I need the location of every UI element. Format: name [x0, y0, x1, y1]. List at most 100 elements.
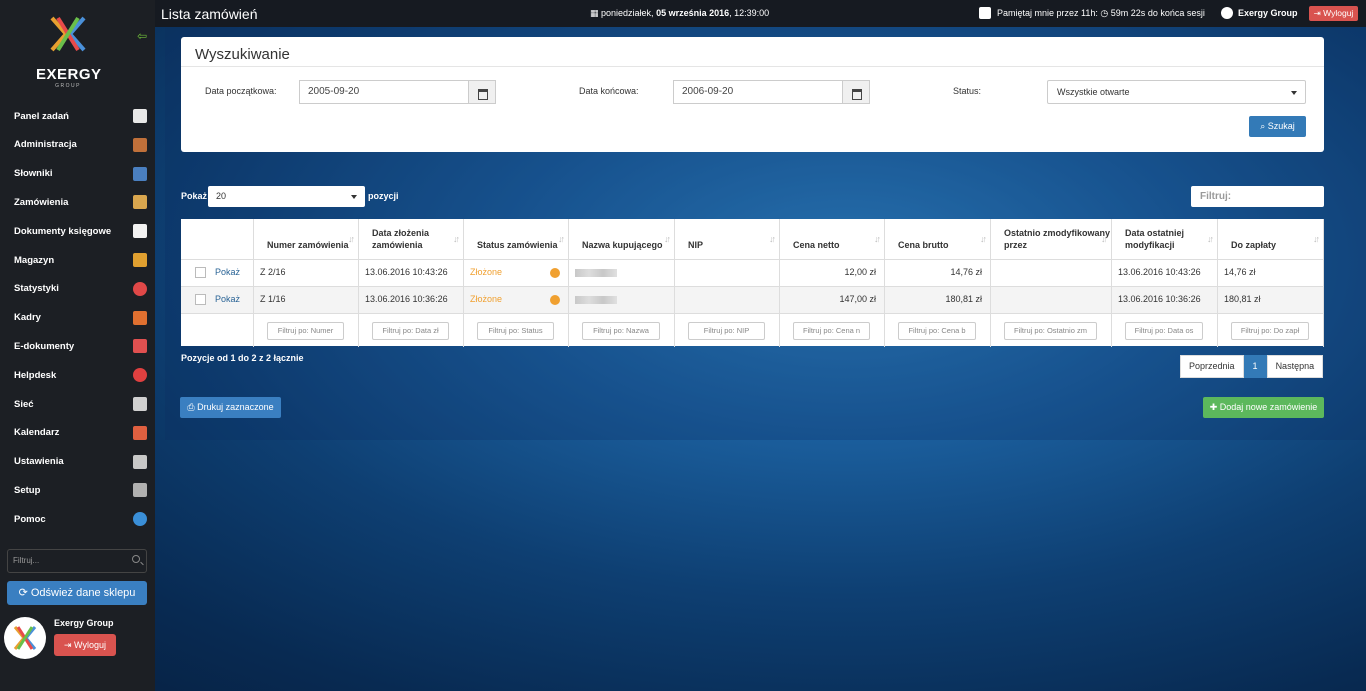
sidebar-item[interactable]: Setup	[0, 476, 155, 504]
sidebar-item-label: Statystyki	[14, 283, 59, 295]
column-filter-input[interactable]: Filtruj po: Nazwa	[582, 322, 660, 340]
sort-icon[interactable]: ↓↑	[348, 233, 355, 245]
start-date-input[interactable]: 2005-09-20	[299, 80, 469, 104]
sidebar-item[interactable]: Dokumenty księgowe	[0, 217, 155, 245]
sidebar-item[interactable]: Panel zadań	[0, 102, 155, 130]
add-order-button[interactable]: ✚ Dodaj nowe zamówienie	[1203, 397, 1324, 418]
sort-icon[interactable]: ↓↑	[874, 233, 881, 245]
sidebar-item[interactable]: Administracja	[0, 131, 155, 159]
sidebar-item-label: Zamówienia	[14, 196, 69, 208]
cell-date: 13.06.2016 10:36:26	[359, 287, 464, 314]
sort-icon[interactable]: ↓↑	[453, 233, 460, 245]
show-label: Pokaż	[181, 191, 208, 201]
logout-label: Wyloguj	[1323, 8, 1354, 18]
sidebar-item-label: Ustawienia	[14, 456, 64, 468]
sort-icon[interactable]: ↓↑	[1207, 233, 1214, 245]
column-filter-input[interactable]: Filtruj po: Cena n	[793, 322, 870, 340]
show-order-link[interactable]: Pokaż	[215, 287, 240, 312]
sidebar-logout-button[interactable]: ⇥ Wyloguj	[54, 634, 116, 656]
cell-status: Złożone	[464, 260, 569, 287]
sort-icon[interactable]: ↓↑	[664, 233, 671, 245]
clock-icon: ◷	[1100, 7, 1109, 18]
sidebar-item[interactable]: Kadry	[0, 304, 155, 332]
cell-value: 180,81 zł	[945, 294, 982, 304]
page-size-select[interactable]: 20	[208, 186, 365, 207]
sidebar-item[interactable]: Ustawienia	[0, 448, 155, 476]
page-size-value: 20	[216, 191, 227, 201]
column-filter-cell: Filtruj po: NIP	[675, 314, 780, 347]
current-datetime: ▦ poniedziałek, 05 września 2016, 12:39:…	[590, 8, 769, 19]
prev-page-button[interactable]: Poprzednia	[1180, 355, 1244, 378]
search-button[interactable]: ⌕ Szukaj	[1249, 116, 1306, 137]
sidebar-item[interactable]: Zamówienia	[0, 188, 155, 216]
select-column-header	[181, 219, 254, 259]
column-filter-input[interactable]: Filtruj po: Status	[477, 322, 554, 340]
sidebar-item[interactable]: Słowniki	[0, 160, 155, 188]
row-checkbox[interactable]	[195, 294, 206, 305]
column-filter-input[interactable]: Filtruj po: Ostatnio zm	[1004, 322, 1097, 340]
show-order-link[interactable]: Pokaż	[215, 260, 240, 285]
column-header[interactable]: Ostatnio zmodyfikowany przez ↓↑	[991, 219, 1112, 259]
page-1-button[interactable]: 1	[1243, 355, 1267, 378]
column-header[interactable]: NIP ↓↑	[675, 219, 780, 259]
column-filter-input[interactable]: Filtruj po: Cena b	[898, 322, 976, 340]
print-selected-button[interactable]: ⎙ Drukuj zaznaczone	[180, 397, 281, 418]
column-header[interactable]: Do zapłaty ↓↑	[1218, 219, 1324, 259]
row-checkbox[interactable]	[195, 267, 206, 278]
logo-text: EXERGY	[36, 66, 102, 83]
setup-icon	[133, 483, 147, 498]
end-date-calendar-icon[interactable]	[843, 80, 870, 104]
column-filter-input[interactable]: Filtruj po: Data os	[1125, 322, 1203, 340]
sidebar: EXERGY GROUP ⇦ Panel zadań Administracja S…	[0, 0, 155, 691]
sidebar-item[interactable]: Helpdesk	[0, 361, 155, 389]
sort-icon[interactable]: ↓↑	[1101, 233, 1108, 245]
cell-nip	[675, 287, 780, 314]
sort-icon[interactable]: ↓↑	[769, 233, 776, 245]
column-header[interactable]: Cena netto ↓↑	[780, 219, 885, 259]
status-select[interactable]: Wszystkie otwarte	[1047, 80, 1306, 104]
company-menu[interactable]: Exergy Group	[1221, 7, 1298, 19]
sidebar-item[interactable]: Kalendarz	[0, 419, 155, 447]
collapse-sidebar-icon[interactable]: ⇦	[137, 30, 149, 42]
column-header[interactable]: Data złożenia zamówienia ↓↑	[359, 219, 464, 259]
sidebar-filter-input[interactable]: Filtruj...	[7, 549, 147, 573]
person-icon	[133, 310, 147, 325]
column-filter-input[interactable]: Filtruj po: Numer	[267, 322, 344, 340]
sidebar-item-label: Setup	[14, 484, 41, 496]
column-filter-input[interactable]: Filtruj po: Data zł	[372, 322, 449, 340]
refresh-shop-data-button[interactable]: ⟳ Odśwież dane sklepu	[7, 581, 147, 605]
cell-modified-date: 13.06.2016 10:36:26	[1112, 287, 1218, 314]
table-filter-input[interactable]: Filtruj:	[1191, 186, 1324, 207]
sidebar-item[interactable]: Statystyki	[0, 275, 155, 303]
column-header[interactable]: Nazwa kupującego ↓↑	[569, 219, 675, 259]
sort-icon[interactable]: ↓↑	[980, 233, 987, 245]
column-header[interactable]: Status zamówienia ↓↑	[464, 219, 569, 259]
sidebar-item[interactable]: Magazyn	[0, 246, 155, 274]
column-filter-input[interactable]: Filtruj po: NIP	[688, 322, 765, 340]
remember-me-checkbox[interactable]	[979, 7, 991, 19]
column-header-label: NIP	[688, 240, 704, 250]
session-suffix: do końca sesji	[1147, 8, 1205, 18]
column-header-label: Cena netto	[793, 240, 840, 250]
table-filter-label: Filtruj:	[1200, 191, 1232, 202]
sidebar-item-label: Sieć	[14, 398, 34, 410]
sidebar-item-label: Magazyn	[14, 254, 55, 266]
sidebar-item-label: Kalendarz	[14, 427, 60, 439]
sidebar-item-label: Administracja	[14, 139, 77, 151]
start-date-calendar-icon[interactable]	[469, 80, 496, 104]
sidebar-item[interactable]: E-dokumenty	[0, 332, 155, 360]
end-date-input[interactable]: 2006-09-20	[673, 80, 843, 104]
column-header[interactable]: Data ostatniej modyfikacji ↓↑	[1112, 219, 1218, 259]
sidebar-item[interactable]: Sieć	[0, 390, 155, 418]
sidebar-item[interactable]: Pomoc	[0, 505, 155, 533]
sort-icon[interactable]: ↓↑	[1313, 233, 1320, 245]
document-icon	[133, 224, 147, 239]
logout-button[interactable]: ⇥ Wyloguj	[1309, 6, 1358, 21]
column-header[interactable]: Cena brutto ↓↑	[885, 219, 991, 259]
column-header-label: Ostatnio zmodyfikowany przez	[1004, 228, 1111, 250]
next-page-button[interactable]: Następna	[1266, 355, 1324, 378]
column-header[interactable]: Numer zamówienia ↓↑	[254, 219, 359, 259]
status-select-value: Wszystkie otwarte	[1057, 87, 1130, 97]
column-filter-input[interactable]: Filtruj po: Do zapł	[1231, 322, 1309, 340]
sort-icon[interactable]: ↓↑	[558, 233, 565, 245]
